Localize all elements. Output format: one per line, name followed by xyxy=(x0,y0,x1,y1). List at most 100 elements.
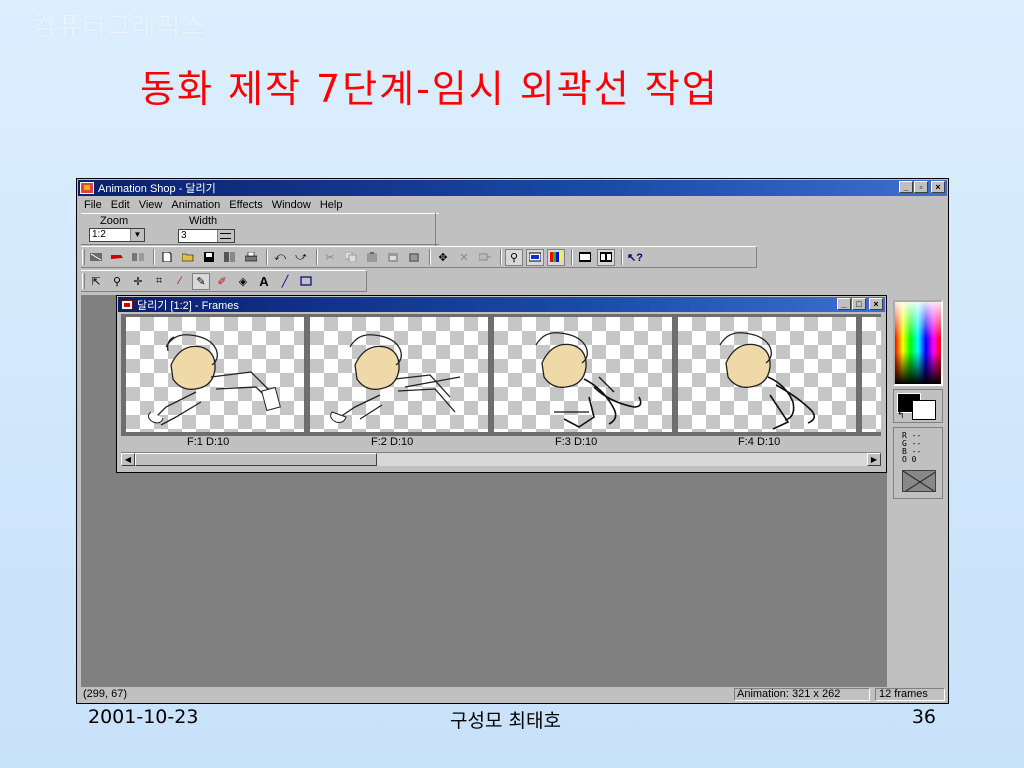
frame-label-3: F:3 D:10 xyxy=(555,436,598,448)
scroll-right-icon[interactable]: ▶ xyxy=(867,453,881,466)
frames-maximize-button[interactable]: □ xyxy=(852,298,866,310)
paste-icon[interactable] xyxy=(363,249,381,266)
info-o: O 0 xyxy=(902,455,917,464)
frame-thumbnail[interactable] xyxy=(862,317,881,432)
frame-labels: F:1 D:10 F:2 D:10 F:3 D:10 F:4 D:10 xyxy=(121,436,881,450)
frame-label-4: F:4 D:10 xyxy=(738,436,781,448)
main-toolbar: ⤺ ⤻ ✂ ✥ ✕ ⚲ ↖? xyxy=(81,246,757,268)
footer-author: 구성모 최태호 xyxy=(450,710,561,732)
fill-tool-icon[interactable]: ◈ xyxy=(234,273,252,290)
open-icon[interactable] xyxy=(179,249,197,266)
color-swatches[interactable]: ↰ xyxy=(893,389,943,423)
zoom-label: Zoom xyxy=(100,215,129,227)
animation-shop-window: Animation Shop - 달리기 _ ▫ × File Edit Vie… xyxy=(76,178,949,704)
resize-icon[interactable] xyxy=(476,249,494,266)
app-titlebar[interactable]: Animation Shop - 달리기 _ ▫ × xyxy=(78,180,947,196)
paste-frame-icon[interactable] xyxy=(405,249,423,266)
scroll-thumb[interactable] xyxy=(135,453,377,466)
frame-thumbnail[interactable] xyxy=(494,317,672,432)
close-button[interactable]: × xyxy=(931,181,945,193)
frames-window-icon[interactable] xyxy=(121,299,133,310)
menu-view[interactable]: View xyxy=(136,199,169,211)
crop-frame-icon[interactable]: ✕ xyxy=(455,249,473,266)
help-icon[interactable]: ↖? xyxy=(626,249,644,266)
print-icon[interactable] xyxy=(242,249,260,266)
new-icon[interactable] xyxy=(158,249,176,266)
frame-thumbnail[interactable] xyxy=(678,317,856,432)
footer-date: 2001-10-23 xyxy=(88,706,199,728)
save-as-icon[interactable] xyxy=(221,249,239,266)
null-color-icon xyxy=(902,470,936,492)
animation-size: Animation: 321 x 262 xyxy=(734,688,870,701)
frames-titlebar[interactable]: 달리기 [1:2] - Frames _ □ × xyxy=(118,297,885,312)
brush-tool-icon[interactable]: ✎ xyxy=(192,272,210,290)
undo-icon[interactable]: ⤺ xyxy=(271,249,289,266)
menubar: File Edit View Animation Effects Window … xyxy=(81,196,348,213)
palette-icon[interactable] xyxy=(547,248,565,266)
wizard-icon[interactable] xyxy=(87,249,105,266)
width-spinner[interactable]: 3 xyxy=(178,229,235,243)
spinner-icon[interactable] xyxy=(217,230,234,242)
menu-animation[interactable]: Animation xyxy=(168,199,226,211)
crop-tool-icon[interactable]: ⌗ xyxy=(150,273,168,290)
frames-minimize-button[interactable]: _ xyxy=(837,298,851,310)
mover-tool-icon[interactable]: ✛ xyxy=(129,273,147,290)
dropper-tool-icon[interactable]: ∕ xyxy=(171,273,189,290)
swap-colors-icon[interactable]: ↰ xyxy=(897,410,905,421)
menu-file[interactable]: File xyxy=(81,199,108,211)
background-color[interactable] xyxy=(912,400,936,420)
play-icon[interactable] xyxy=(597,248,615,266)
cut-icon[interactable]: ✂ xyxy=(321,249,339,266)
restore-button[interactable]: ▫ xyxy=(914,181,928,193)
frames-title: 달리기 [1:2] - Frames xyxy=(137,299,239,312)
frame-label-2: F:2 D:10 xyxy=(371,436,414,448)
color-panel: ↰ R -- G -- B -- O 0 xyxy=(887,295,947,687)
line-tool-icon[interactable]: ╱ xyxy=(276,273,294,290)
menu-effects[interactable]: Effects xyxy=(226,199,268,211)
color-info: R -- G -- B -- O 0 xyxy=(893,427,943,499)
shape-tool-icon[interactable] xyxy=(297,273,315,290)
frame-label-1: F:1 D:10 xyxy=(187,436,230,448)
zoom-value: 1:2 xyxy=(92,229,106,240)
transition-wizard-icon[interactable] xyxy=(129,249,147,266)
properties-icon[interactable]: ✥ xyxy=(434,249,452,266)
frame-thumbnail[interactable] xyxy=(310,317,488,432)
frames-window: 달리기 [1:2] - Frames _ □ × F:1 D:10 F:2 D:… xyxy=(116,295,887,473)
cursor-coordinates: (299, 67) xyxy=(83,688,128,700)
frame-count: 12 frames xyxy=(875,688,945,701)
save-icon[interactable] xyxy=(200,249,218,266)
menu-help[interactable]: Help xyxy=(317,199,349,211)
redo-icon[interactable]: ⤻ xyxy=(292,249,310,266)
tool-palette: ⇱ ⚲ ✛ ⌗ ∕ ✎ ✐ ◈ A ╱ xyxy=(81,270,367,292)
copy-icon[interactable] xyxy=(342,249,360,266)
minimize-button[interactable]: _ xyxy=(899,181,913,193)
zoom-icon[interactable]: ⚲ xyxy=(505,248,523,266)
tool-options-bar: Zoom Width 1:2 ▼ 3 xyxy=(81,213,439,245)
frames-close-button[interactable]: × xyxy=(869,298,883,310)
app-title: Animation Shop - 달리기 xyxy=(98,183,216,195)
paste-new-icon[interactable] xyxy=(384,249,402,266)
zoom-tool-icon[interactable]: ⚲ xyxy=(108,273,126,290)
zoom-select[interactable]: 1:2 ▼ xyxy=(89,228,145,242)
scroll-left-icon[interactable]: ◀ xyxy=(121,453,135,466)
slide-title: 동화 제작 7단계-임시 외곽선 작업 xyxy=(140,67,719,111)
frame-view-icon[interactable] xyxy=(526,248,544,266)
chevron-down-icon[interactable]: ▼ xyxy=(130,229,144,241)
menu-edit[interactable]: Edit xyxy=(108,199,136,211)
footer-page-number: 36 xyxy=(911,706,936,728)
text-tool-icon[interactable]: A xyxy=(255,273,273,290)
frames-scrollbar[interactable]: ◀ ▶ xyxy=(121,452,881,466)
app-icon[interactable] xyxy=(80,182,94,194)
width-value: 3 xyxy=(181,230,187,241)
eraser-tool-icon[interactable]: ✐ xyxy=(213,273,231,290)
width-label: Width xyxy=(189,215,218,227)
menu-window[interactable]: Window xyxy=(269,199,317,211)
color-palette[interactable] xyxy=(893,300,943,386)
frame-thumbnail[interactable] xyxy=(126,317,304,432)
arrow-tool-icon[interactable]: ⇱ xyxy=(87,273,105,290)
slide-header: 컴퓨터그래픽스 xyxy=(32,12,207,42)
frames-strip[interactable] xyxy=(121,314,881,436)
banner-wizard-icon[interactable] xyxy=(108,249,126,266)
filmstrip-icon[interactable] xyxy=(576,249,594,266)
status-bar: (299, 67) Animation: 321 x 262 12 frames xyxy=(79,688,946,702)
